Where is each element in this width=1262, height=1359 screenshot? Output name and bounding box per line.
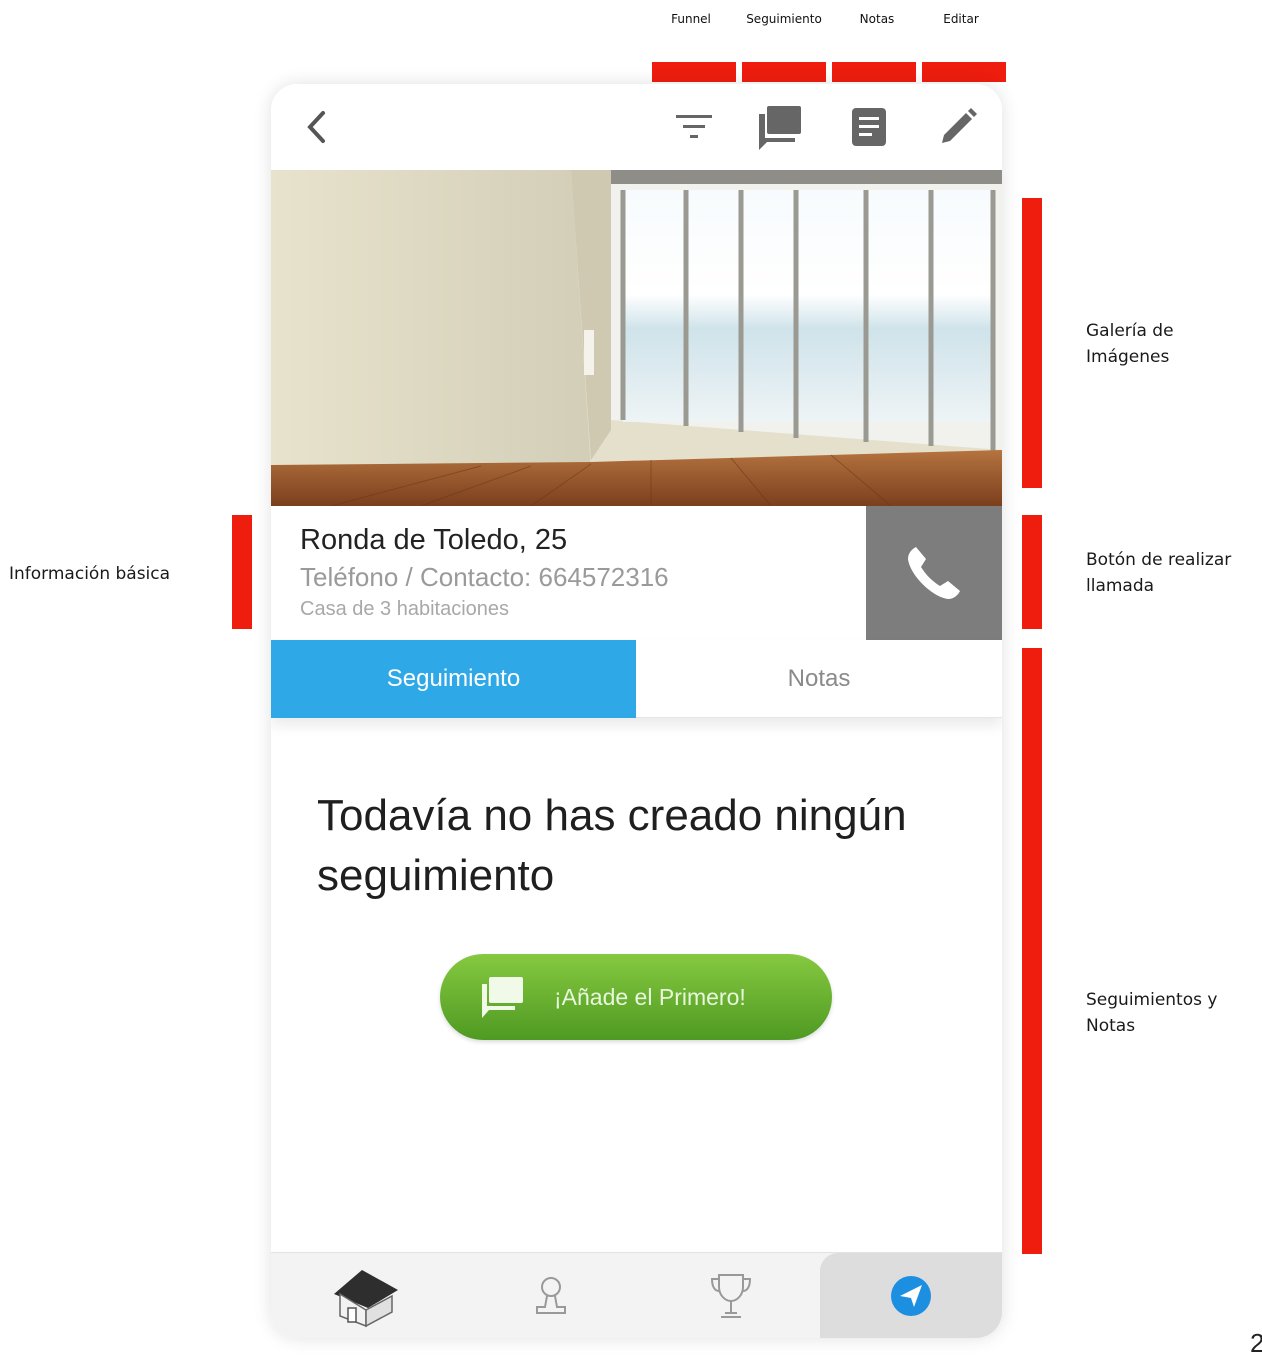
house-icon[interactable] xyxy=(311,1253,421,1338)
annotation-bar-notas xyxy=(832,62,916,82)
phone-icon xyxy=(908,547,960,599)
basic-info: Ronda de Toledo, 25 Teléfono / Contacto:… xyxy=(271,506,1002,640)
annotation-editar: Editar xyxy=(943,12,979,26)
annotation-bar-follow-notes xyxy=(1022,648,1042,1254)
annotation-call-line1: Botón de realizar xyxy=(1086,550,1232,570)
navbar xyxy=(271,84,1002,170)
navigation-icon[interactable] xyxy=(820,1253,1002,1338)
bottom-tab-bar xyxy=(271,1252,1002,1338)
tab-bar: Seguimiento Notas xyxy=(271,640,1002,718)
annotation-call-button: Botón de realizar llamada xyxy=(1086,547,1231,599)
chat-icon[interactable] xyxy=(755,102,805,152)
filter-icon[interactable] xyxy=(669,102,719,152)
image-gallery[interactable] xyxy=(271,170,1002,506)
annotation-gallery-line2: Imágenes xyxy=(1086,347,1170,367)
user-icon[interactable] xyxy=(496,1253,606,1338)
room-photo xyxy=(271,170,1002,506)
annotation-gallery-line1: Galería de xyxy=(1086,321,1174,341)
annotation-bar-gallery xyxy=(1022,198,1042,488)
edit-icon[interactable] xyxy=(933,102,983,152)
page-number: 2 xyxy=(1250,1328,1262,1358)
annotation-bar-basic-info xyxy=(232,515,252,629)
annotation-bar-seguimiento xyxy=(742,62,826,82)
annotation-gallery: Galería de Imágenes xyxy=(1086,318,1174,370)
back-icon[interactable] xyxy=(291,102,341,152)
chat-icon xyxy=(478,976,528,1018)
listing-phone: Teléfono / Contacto: 664572316 xyxy=(300,562,669,592)
annotation-follow-notes: Seguimientos y Notas xyxy=(1086,987,1217,1039)
annotation-seguimiento: Seguimiento xyxy=(746,12,822,26)
notes-icon[interactable] xyxy=(844,102,894,152)
annotation-funnel: Funnel xyxy=(671,12,711,26)
add-first-label: ¡Añade el Primero! xyxy=(554,983,746,1010)
trophy-icon[interactable] xyxy=(676,1253,786,1338)
call-button[interactable] xyxy=(866,506,1002,640)
annotation-bar-call xyxy=(1022,515,1042,629)
tab-notas[interactable]: Notas xyxy=(636,640,1002,718)
empty-state-message: Todavía no has creado ningún seguimiento xyxy=(317,791,907,900)
annotation-bar-editar xyxy=(922,62,1006,82)
annotation-follow-line1: Seguimientos y xyxy=(1086,990,1218,1010)
annotation-basic-info: Información básica xyxy=(9,564,171,584)
add-first-button[interactable]: ¡Añade el Primero! xyxy=(440,954,832,1040)
annotation-follow-line2: Notas xyxy=(1086,1016,1136,1036)
listing-description: Casa de 3 habitaciones xyxy=(300,598,510,620)
tab-seguimiento[interactable]: Seguimiento xyxy=(271,640,636,718)
listing-address: Ronda de Toledo, 25 xyxy=(300,524,568,556)
annotation-call-line2: llamada xyxy=(1086,576,1155,596)
annotation-bar-funnel xyxy=(652,62,736,82)
phone-screen: Ronda de Toledo, 25 Teléfono / Contacto:… xyxy=(271,84,1002,1338)
